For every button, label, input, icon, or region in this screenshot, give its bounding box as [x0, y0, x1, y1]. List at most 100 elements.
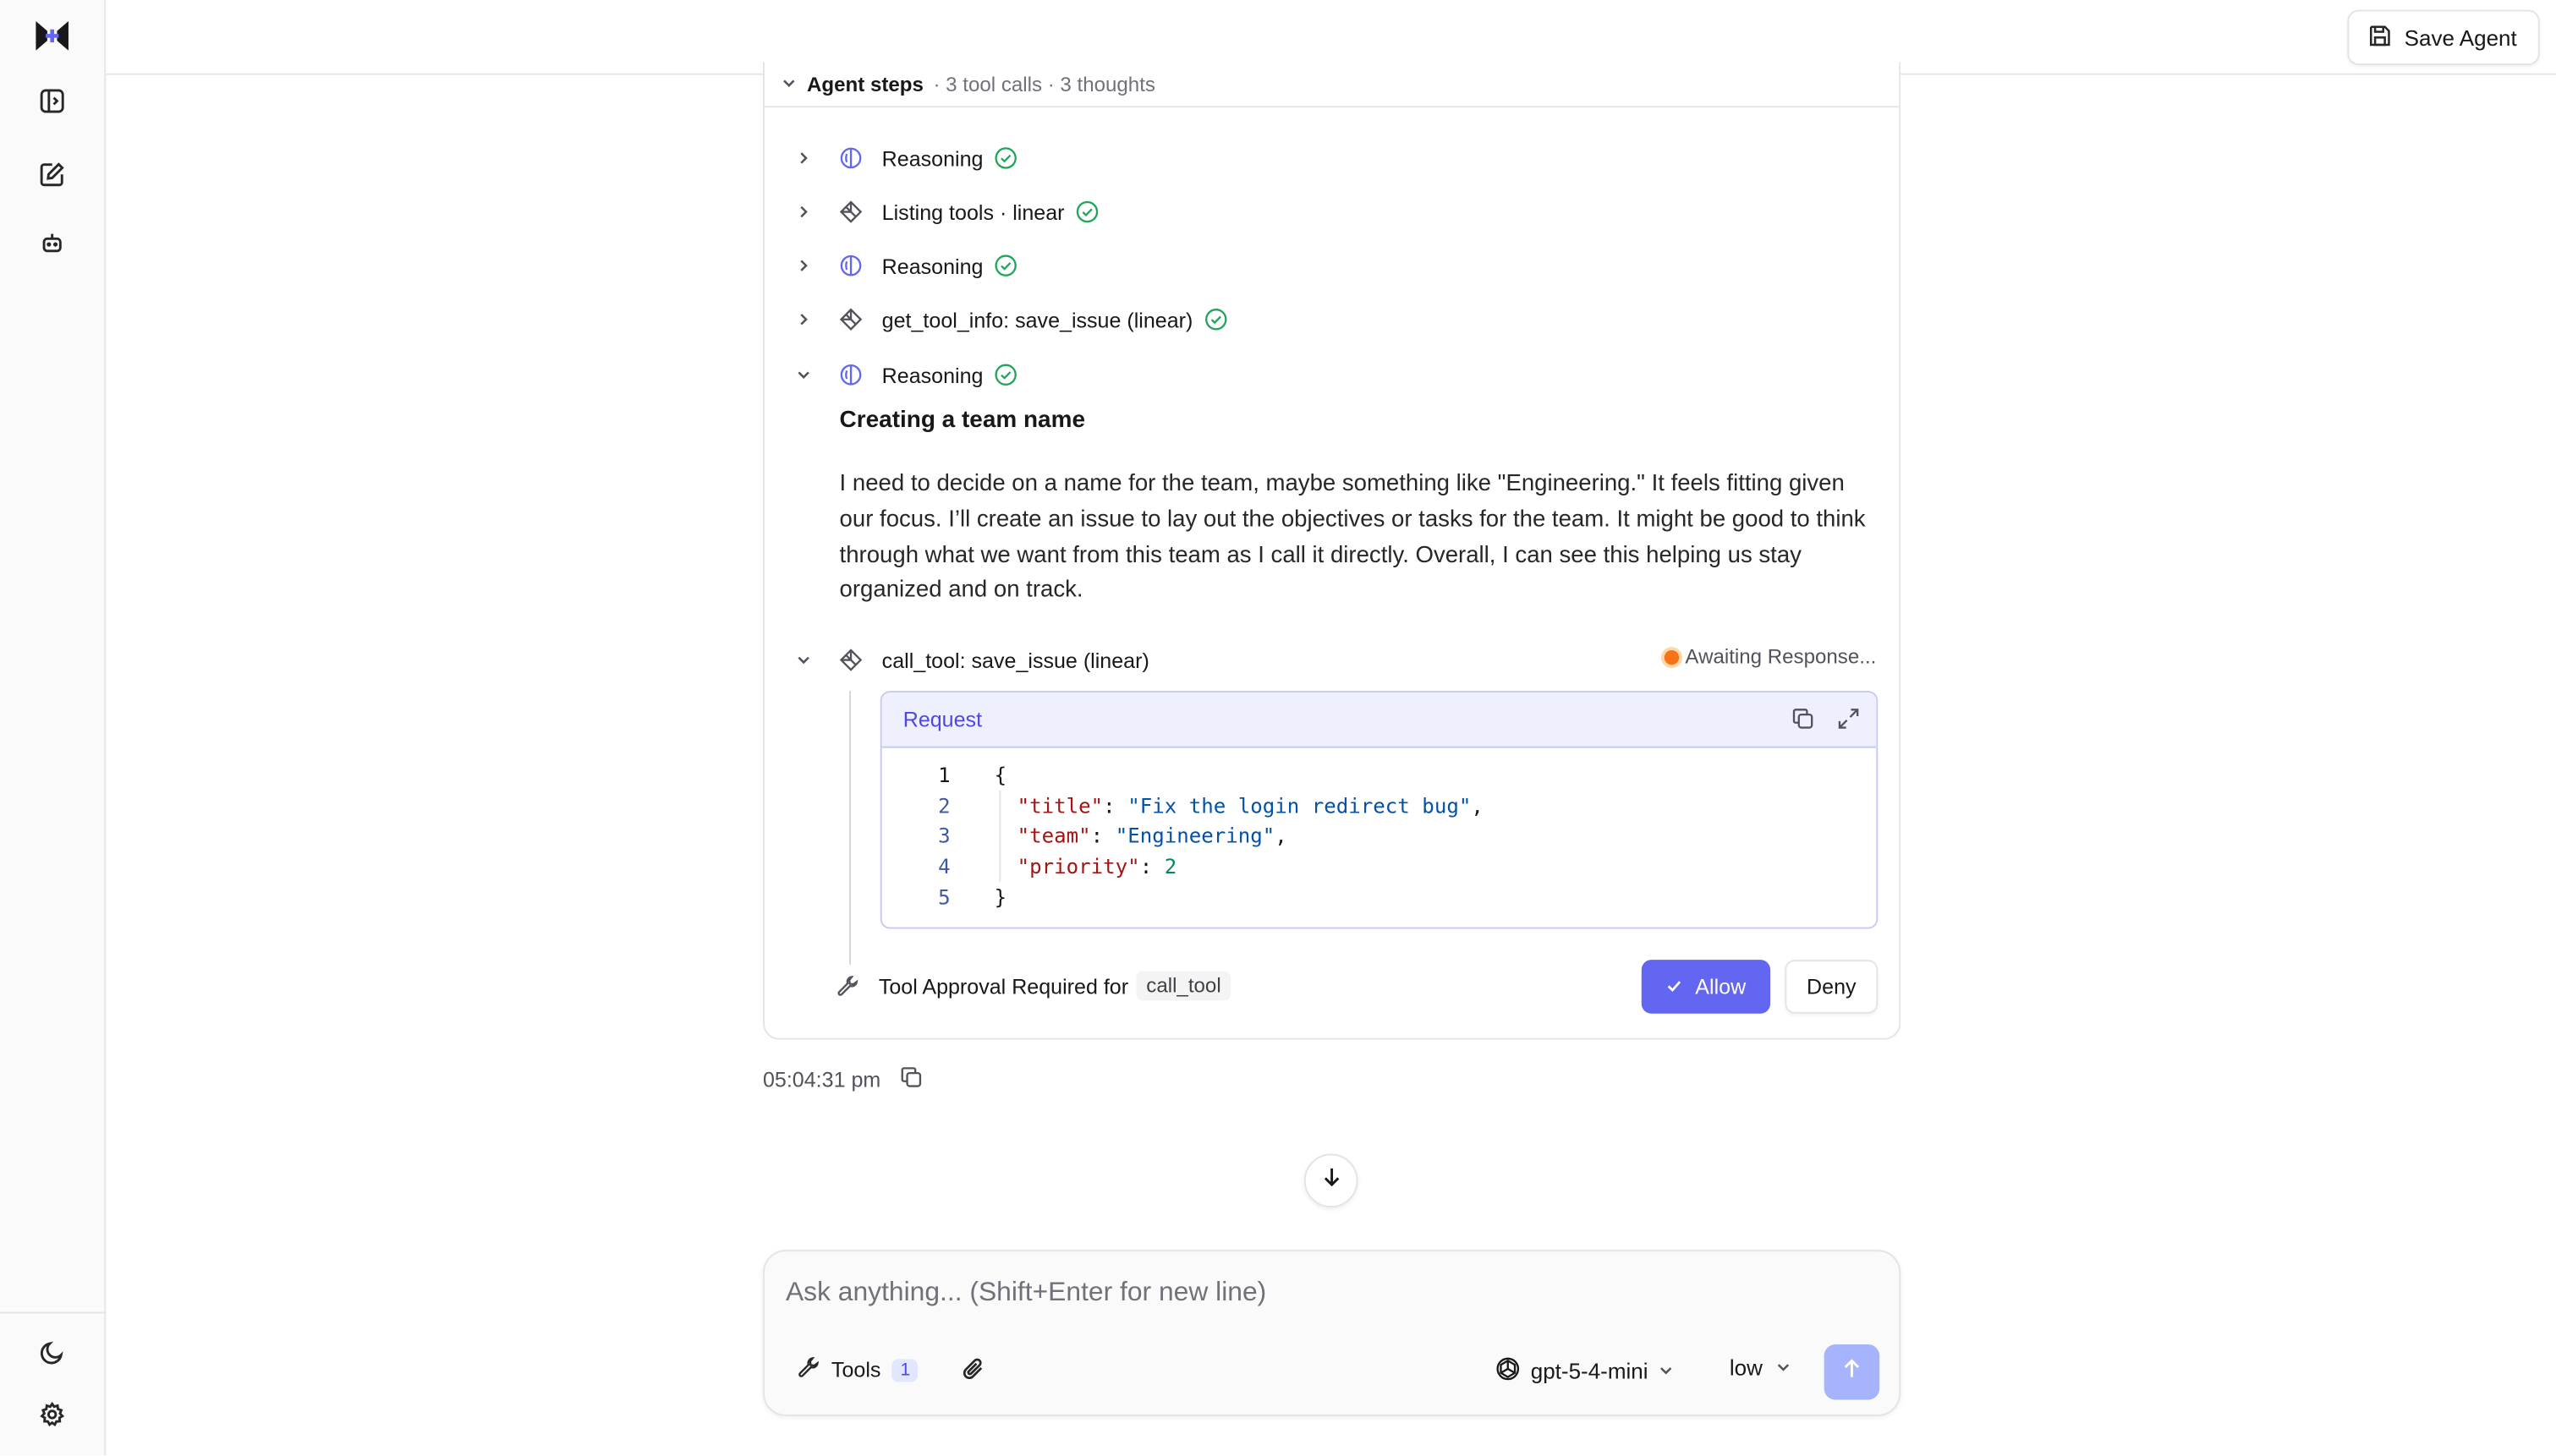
brain-icon	[840, 255, 863, 277]
chevron-right-icon	[794, 204, 814, 220]
check-circle-icon	[995, 255, 1017, 277]
thought-body: I need to decide on a name for the team,…	[839, 470, 1866, 604]
step-label: call_tool: save_issue (linear)	[881, 648, 1149, 673]
awaiting-status: Awaiting Response...	[1664, 645, 1876, 668]
step-label: Reasoning	[881, 145, 984, 171]
message-timestamp: 05:04:31 pm	[762, 1067, 881, 1092]
deny-label: Deny	[1807, 974, 1857, 999]
request-code: 1 2 3 4 5 { "title": "Fix the login redi…	[882, 748, 1877, 909]
check-circle-icon	[995, 364, 1017, 386]
request-header: Request	[881, 692, 1877, 748]
wrench-icon	[797, 1356, 820, 1384]
chevron-down-icon	[1775, 1356, 1791, 1381]
approval-text: Tool Approval Required for	[878, 973, 1129, 999]
check-circle-icon	[1076, 200, 1099, 223]
left-sidebar	[0, 0, 107, 1456]
tool-icon	[839, 200, 863, 223]
json-line-team: "team": "Engineering",	[1017, 824, 1287, 848]
arrow-down-icon	[1319, 1165, 1342, 1196]
sidebar-divider	[0, 1311, 107, 1314]
brain-icon	[840, 364, 863, 386]
check-icon	[1666, 975, 1682, 999]
line-number: 1	[938, 762, 951, 787]
settings-gear-icon[interactable]	[34, 1397, 69, 1432]
line-number: 2	[938, 792, 951, 818]
line-number: 4	[938, 854, 951, 879]
json-value: "Fix the login redirect bug"	[1127, 792, 1472, 818]
tools-label: Tools	[831, 1357, 881, 1382]
chevron-right-icon	[794, 150, 814, 166]
model-selector[interactable]: gpt-5-4-mini	[1495, 1356, 1674, 1388]
allow-label: Allow	[1695, 974, 1747, 999]
tools-button[interactable]: Tools 1	[797, 1356, 919, 1384]
tool-icon	[839, 649, 863, 671]
tool-icon	[839, 308, 863, 331]
save-disk-icon	[2368, 24, 2391, 52]
copy-icon[interactable]	[1791, 707, 1814, 735]
step-call-tool[interactable]: call_tool: save_issue (linear)	[794, 642, 1161, 677]
pending-dot-icon	[1664, 649, 1679, 665]
request-panel: Request 1 2 3 4 5 { "title": "Fix the lo…	[880, 691, 1879, 929]
step-reasoning-1[interactable]: Reasoning	[794, 140, 1017, 176]
agent-steps-header[interactable]: Agent steps · 3 tool calls · 3 thoughts	[764, 62, 1900, 108]
tree-connector-line	[849, 691, 852, 965]
step-label: Listing tools · linear	[881, 200, 1065, 225]
chat-composer: Tools 1 gpt-5-4-mini low	[762, 1250, 1901, 1416]
request-label: Request	[902, 707, 983, 732]
chevron-right-icon	[794, 258, 814, 274]
agent-steps-title: Agent steps	[807, 72, 924, 96]
step-label: Reasoning	[881, 253, 984, 278]
step-label: Reasoning	[881, 362, 984, 387]
scroll-to-bottom-button[interactable]	[1303, 1153, 1358, 1208]
app-root: Save Agent Agent steps · 3 tool calls · …	[0, 0, 2556, 1456]
tool-approval-row: Tool Approval Required for call_tool	[836, 971, 1231, 1001]
effort-label: low	[1729, 1355, 1763, 1381]
approval-tool-name: call_tool	[1136, 971, 1231, 1001]
agent-steps-card: Agent steps · 3 tool calls · 3 thoughts …	[762, 62, 1901, 1040]
app-logo[interactable]	[34, 18, 69, 53]
check-circle-icon	[995, 146, 1017, 169]
step-reasoning-3[interactable]: Reasoning	[794, 357, 1017, 392]
chevron-down-icon	[781, 73, 797, 96]
chevron-down-icon	[794, 652, 814, 668]
chevron-down-icon	[794, 367, 814, 383]
json-key: "team"	[1017, 824, 1091, 848]
deny-button[interactable]: Deny	[1785, 960, 1879, 1014]
line-number: 3	[938, 824, 951, 848]
save-agent-button[interactable]: Save Agent	[2347, 9, 2540, 66]
chat-input[interactable]	[785, 1271, 1862, 1314]
dark-mode-moon-icon[interactable]	[34, 1334, 69, 1370]
copy-message-icon[interactable]	[900, 1065, 923, 1093]
attach-paperclip-icon[interactable]	[960, 1356, 986, 1382]
new-chat-icon[interactable]	[34, 156, 69, 192]
indent-guide	[999, 790, 1001, 882]
step-get-tool-info[interactable]: get_tool_info: save_issue (linear)	[794, 302, 1227, 337]
tools-count-badge: 1	[891, 1358, 919, 1382]
request-tools	[1791, 707, 1860, 735]
line-number: 5	[938, 884, 951, 910]
step-reasoning-2[interactable]: Reasoning	[794, 248, 1017, 283]
wrench-icon	[836, 975, 859, 998]
awaiting-label: Awaiting Response...	[1685, 645, 1877, 669]
step-listing-tools[interactable]: Listing tools · linear	[794, 194, 1099, 229]
expand-icon[interactable]	[1837, 707, 1860, 735]
json-line-priority: "priority": 2	[1017, 854, 1177, 879]
openai-logo-icon	[1495, 1356, 1521, 1388]
reasoning-effort-selector[interactable]: low	[1729, 1355, 1792, 1381]
agent-bot-icon[interactable]	[34, 225, 69, 260]
arrow-up-icon	[1840, 1356, 1863, 1388]
allow-button[interactable]: Allow	[1641, 960, 1771, 1014]
send-button[interactable]	[1824, 1344, 1880, 1400]
json-value: 2	[1164, 854, 1177, 879]
message-timestamp-row: 05:04:31 pm	[763, 1065, 923, 1093]
sidebar-toggle-icon[interactable]	[34, 83, 69, 118]
model-label: gpt-5-4-mini	[1530, 1359, 1648, 1384]
chevron-right-icon	[794, 311, 814, 327]
json-line-title: "title": "Fix the login redirect bug",	[1017, 792, 1484, 818]
json-key: "priority"	[1017, 854, 1140, 879]
step-label: get_tool_info: save_issue (linear)	[881, 307, 1193, 332]
json-key: "title"	[1017, 792, 1104, 818]
check-circle-icon	[1204, 308, 1227, 331]
chevron-down-icon	[1658, 1359, 1674, 1383]
save-agent-label: Save Agent	[2404, 25, 2517, 50]
